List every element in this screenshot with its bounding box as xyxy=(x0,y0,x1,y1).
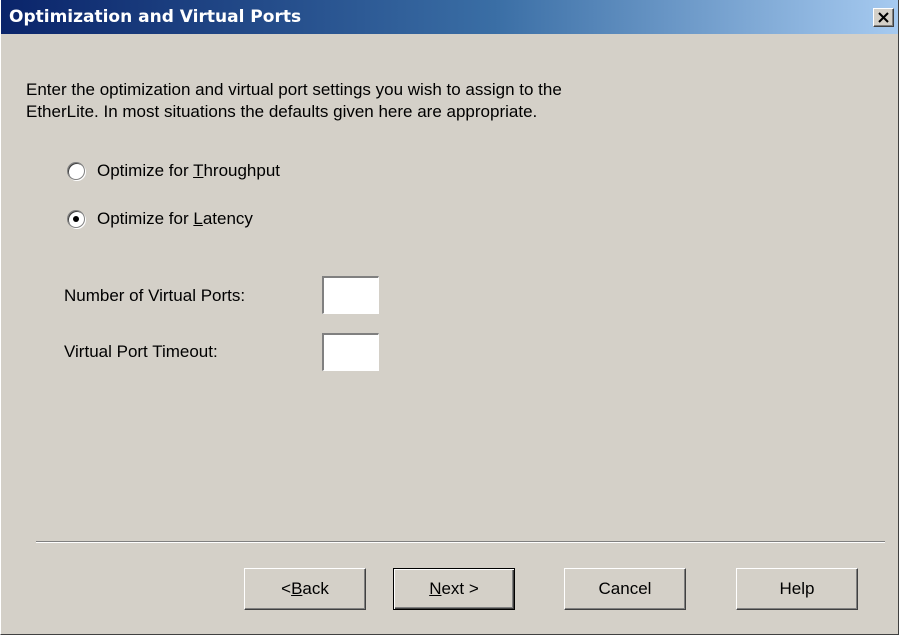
dialog-window: Optimization and Virtual Ports Enter the… xyxy=(0,0,899,635)
virtual-ports-input[interactable] xyxy=(322,276,379,314)
close-icon xyxy=(878,12,889,23)
window-title: Optimization and Virtual Ports xyxy=(9,7,302,27)
title-bar: Optimization and Virtual Ports xyxy=(1,0,898,34)
virtual-port-timeout-input[interactable] xyxy=(322,333,379,371)
radio-throughput-button[interactable] xyxy=(67,162,85,180)
radio-selected-dot xyxy=(73,216,79,222)
virtual-port-timeout-label: Virtual Port Timeout: xyxy=(64,342,218,361)
virtual-ports-label: Number of Virtual Ports: xyxy=(64,286,246,305)
radio-latency-button[interactable] xyxy=(67,210,85,228)
close-button[interactable] xyxy=(873,8,894,27)
help-button[interactable]: Help xyxy=(736,568,858,610)
next-button[interactable]: Next > xyxy=(393,568,515,610)
radio-optimize-throughput[interactable]: Optimize for Throughput xyxy=(67,159,280,183)
cancel-button[interactable]: Cancel xyxy=(564,568,686,610)
radio-optimize-latency[interactable]: Optimize for Latency xyxy=(67,207,253,231)
button-separator xyxy=(36,541,885,543)
radio-throughput-label: Optimize for Throughput xyxy=(97,161,281,180)
radio-latency-label: Optimize for Latency xyxy=(97,209,253,228)
back-button[interactable]: < Back xyxy=(244,568,366,610)
instructions-text: Enter the optimization and virtual port … xyxy=(26,80,562,121)
